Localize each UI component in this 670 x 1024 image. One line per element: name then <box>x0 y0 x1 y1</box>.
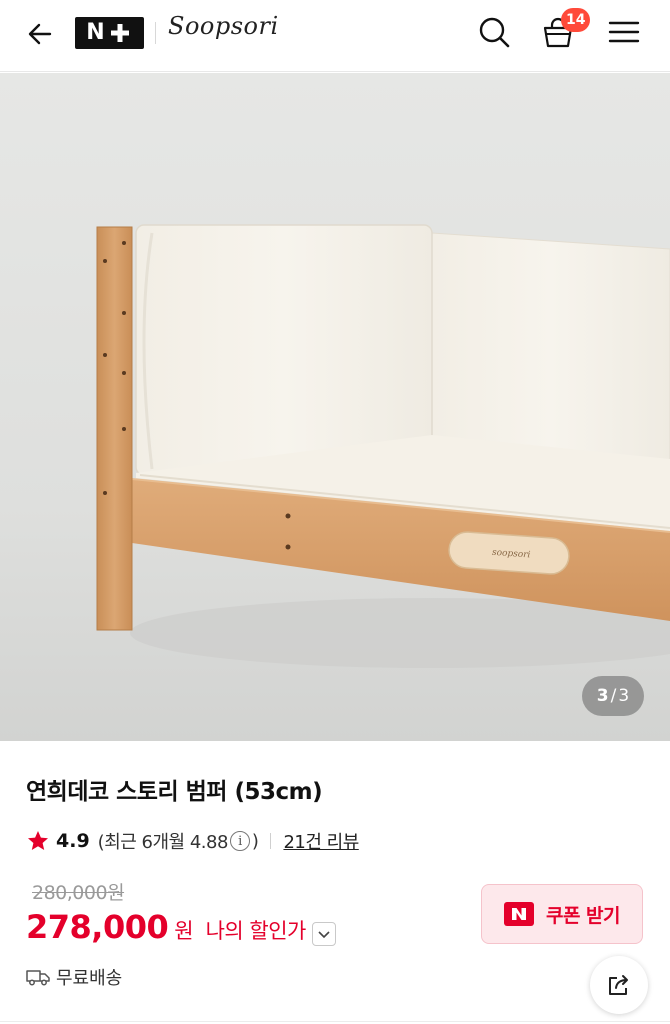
rating-separator <box>270 833 272 849</box>
star-icon <box>28 831 48 850</box>
header-divider <box>155 22 156 44</box>
rating-value: 4.9 <box>56 830 90 852</box>
truck-icon <box>26 970 50 986</box>
coupon-label: 쿠폰 받기 <box>545 904 621 927</box>
arrow-left-icon <box>28 23 52 45</box>
recent-rating: (최근 6개월 4.88 i ) <box>98 828 259 854</box>
cart-count-badge: 14 <box>561 8 591 32</box>
shipping-label: 무료배송 <box>56 968 123 989</box>
back-button[interactable] <box>20 14 60 54</box>
recent-rating-text: (최근 6개월 4.88 <box>97 832 229 853</box>
sale-price: 278,000 <box>26 908 169 946</box>
bed-bumper-illustration: soopsori <box>0 73 670 741</box>
share-icon <box>609 975 628 995</box>
image-counter-total: 3 <box>618 686 630 706</box>
naver-plus-logo-letter: N <box>86 20 105 45</box>
section-divider <box>0 1021 670 1022</box>
discount-detail-toggle[interactable] <box>311 922 336 946</box>
coupon-download-button[interactable]: 쿠폰 받기 <box>481 884 643 944</box>
currency-label: 원 <box>174 919 194 943</box>
image-counter-separator: / <box>610 686 617 706</box>
price-row: 278,000 원 나의 할인가 <box>26 908 336 952</box>
top-header: N Soopsori 14 <box>0 0 670 72</box>
original-price: 280,000원 <box>32 882 125 904</box>
image-counter: 3 / 3 <box>582 676 644 716</box>
product-title: 연희데코 스토리 범퍼 (53cm) <box>26 779 323 805</box>
rating-row: 4.9 (최근 6개월 4.88 i ) 21건 리뷰 <box>26 826 359 856</box>
image-counter-current: 3 <box>596 686 609 706</box>
shipping-info: 무료배송 <box>26 962 122 992</box>
search-icon <box>479 17 510 48</box>
recent-rating-close: ) <box>251 830 259 852</box>
product-image[interactable]: soopsori 3 / 3 <box>0 73 670 741</box>
naver-plus-logo[interactable]: N <box>75 17 144 49</box>
search-button[interactable] <box>474 12 514 52</box>
naver-coupon-icon <box>503 902 534 926</box>
share-button[interactable] <box>590 956 648 1014</box>
brand-logo[interactable]: Soopsori <box>168 12 279 40</box>
plus-icon <box>107 21 133 45</box>
review-count-link[interactable]: 21건 리뷰 <box>283 828 359 854</box>
chevron-down-icon <box>318 931 330 939</box>
hamburger-menu-icon <box>608 21 640 43</box>
my-discount-label[interactable]: 나의 할인가 <box>206 915 307 945</box>
menu-button[interactable] <box>604 12 644 52</box>
info-icon[interactable]: i <box>229 831 250 851</box>
